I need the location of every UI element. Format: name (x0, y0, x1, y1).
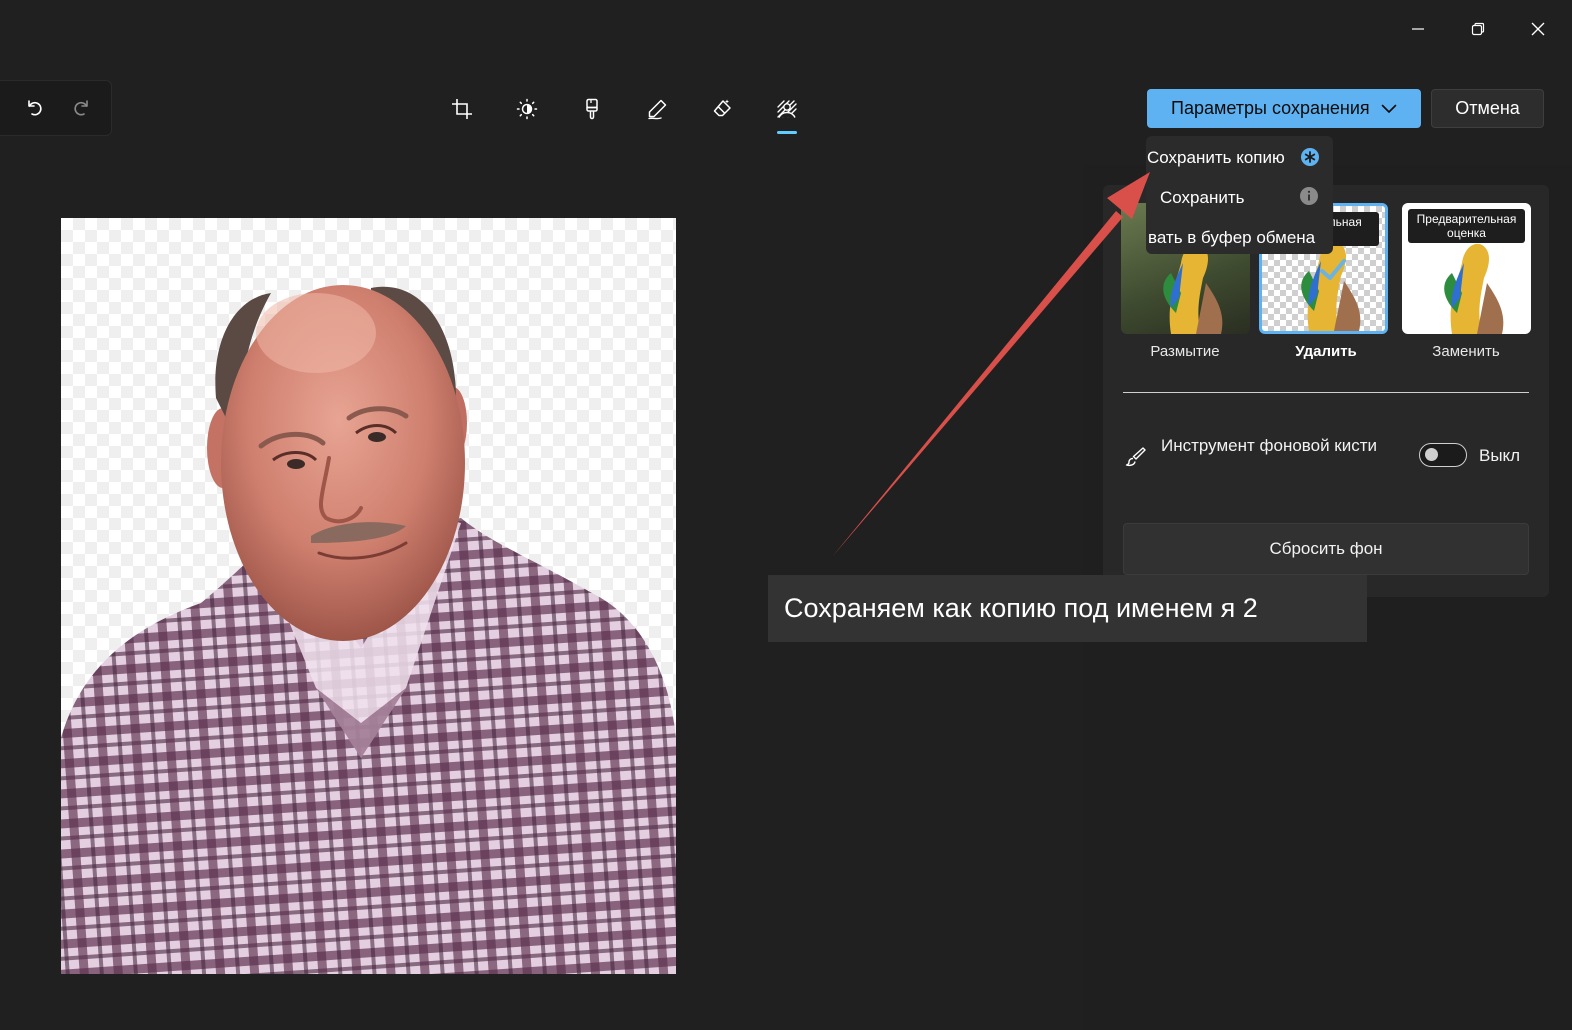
annotation-arrow (832, 172, 1150, 557)
annotation-caption: Сохраняем как копию под именем я 2 (768, 575, 1367, 642)
